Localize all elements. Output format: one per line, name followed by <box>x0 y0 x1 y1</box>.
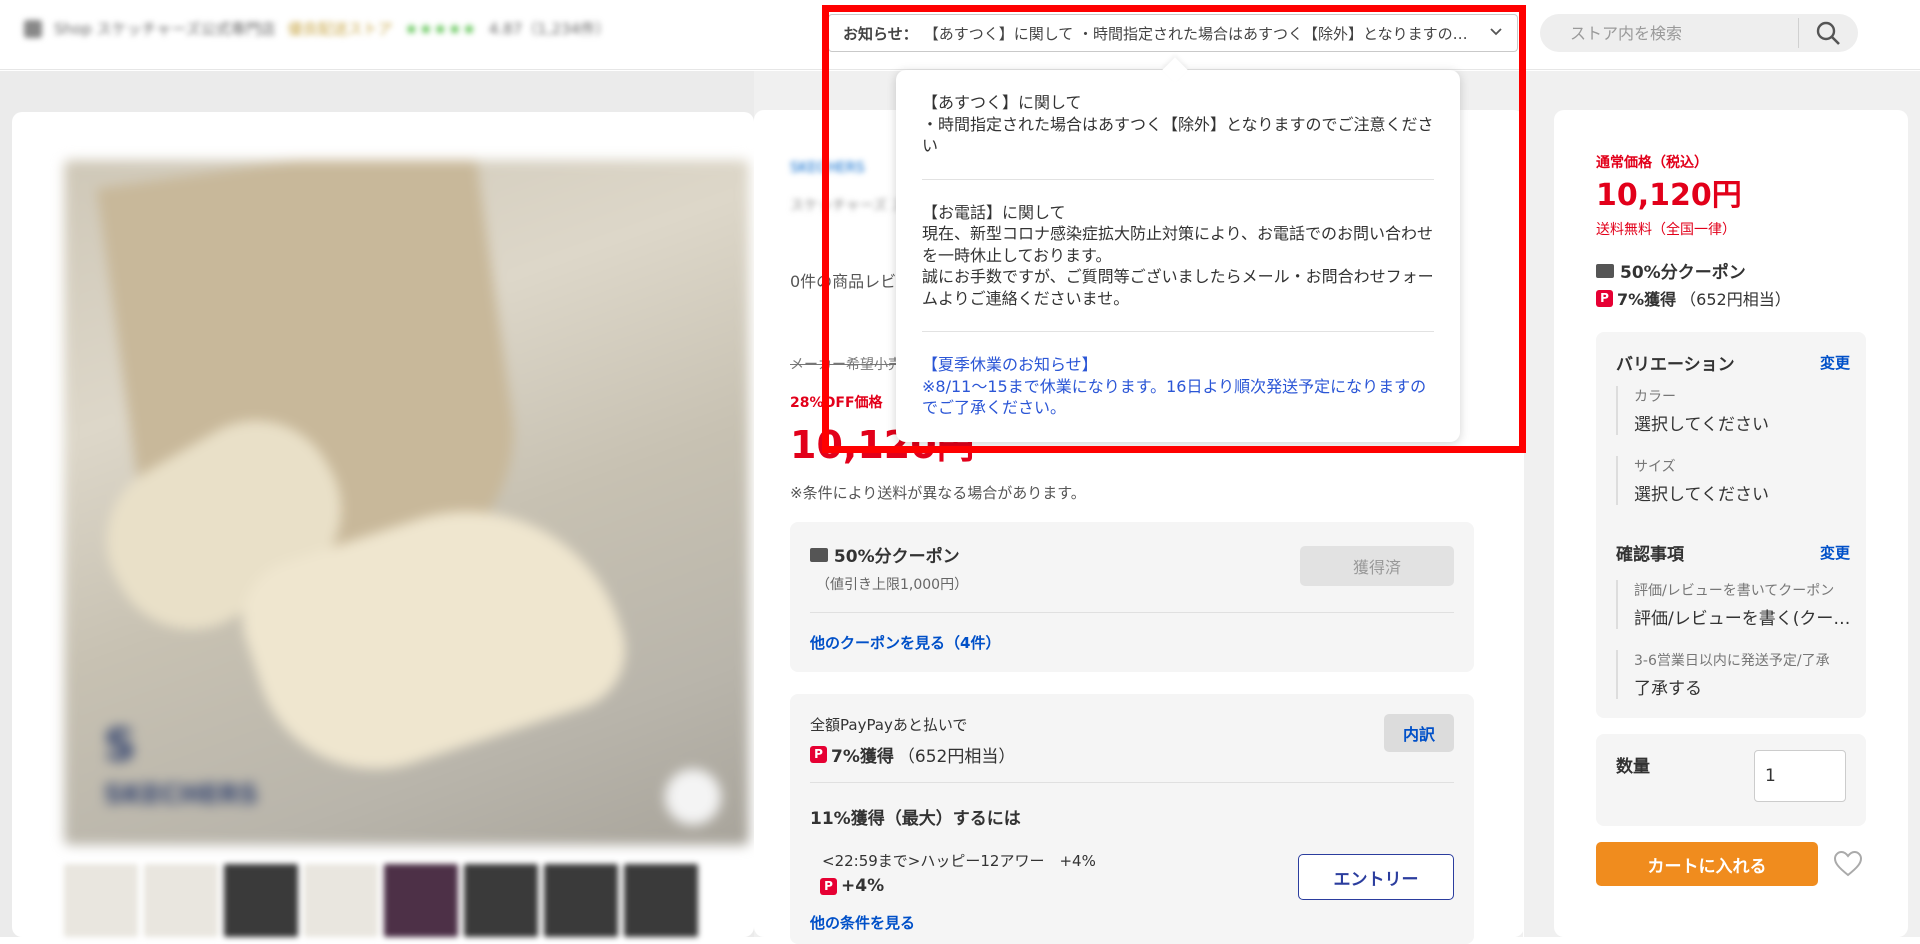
paypay-icon: P <box>810 746 827 763</box>
notice-item-phone: 【お電話】に関して 現在、新型コロナ感染症拡大防止対策により、お電話でのお問い合… <box>922 202 1434 308</box>
coupon-icon <box>810 548 828 562</box>
thumbnail[interactable] <box>64 864 138 937</box>
notice-dropdown: 【あすつく】に関して ・時間指定された場合はあすつく【除外】となりますのでご注意… <box>896 57 1460 442</box>
variation-box: バリエーション 変更 カラー 選択してください サイズ 選択してください 確認事… <box>1596 332 1866 718</box>
regular-price-label: 通常価格（税込） <box>1596 155 1708 171</box>
coupon-icon <box>1596 263 1614 278</box>
thumbnail[interactable] <box>544 864 618 937</box>
quantity-label: 数量 <box>1616 757 1650 777</box>
paypay-icon: P <box>820 877 837 895</box>
breakdown-button[interactable]: 内訳 <box>1384 714 1454 752</box>
review-coupon-option[interactable]: 評価/レビューを書いてクーポン 評価/レビューを書く(クーポン) <box>1616 580 1852 629</box>
quantity-input[interactable] <box>1754 750 1846 802</box>
image-brand-logo: S <box>104 720 136 771</box>
heart-icon[interactable] <box>1832 848 1864 880</box>
thumbnail[interactable] <box>464 864 538 937</box>
store-name[interactable]: Shop スケッチャーズ公式専門店 <box>54 18 276 39</box>
quantity-box: 数量 <box>1596 734 1866 826</box>
color-label: カラー <box>1634 389 1676 405</box>
divider <box>922 331 1434 332</box>
notice-preview: 【あすつく】に関して ・時間指定された場合はあすつく【除外】となりますのでご注意… <box>923 24 1479 43</box>
sidebar-earn: P 7%獲得 （652円相当） <box>1596 286 1791 310</box>
shipping-note: ※条件により送料が異なる場合があります。 <box>790 484 1086 502</box>
confirm-title: 確認事項 <box>1616 545 1684 565</box>
ship-option-label: 3-6営業日以内に発送予定/了承 <box>1634 653 1830 669</box>
ship-option-value: 了承する <box>1634 679 1702 699</box>
divider <box>810 612 1454 613</box>
store-search <box>1540 14 1858 52</box>
notice-item-asutsuku: 【あすつく】に関して ・時間指定された場合はあすつく【除外】となりますのでご注意… <box>922 93 1434 155</box>
variation-change-link[interactable]: 変更 <box>1820 352 1850 373</box>
more-conditions-link[interactable]: 他の条件を見る <box>810 912 915 933</box>
coupon-acquired-button[interactable]: 獲得済 <box>1300 546 1454 586</box>
store-info: Shop スケッチャーズ公式専門店 優良配送ストア ★★★★★ 4.87（1,2… <box>24 18 610 39</box>
size-value: 選択してください <box>1634 485 1769 505</box>
store-stars: ★★★★★ <box>404 19 477 38</box>
store-logo-icon <box>24 19 42 38</box>
notice-item-summer-holiday[interactable]: 【夏季休業のお知らせ】 ※8/11～15まで休業になります。16日より順次発送予… <box>922 354 1434 419</box>
review-option-label: 評価/レビューを書いてクーポン <box>1634 583 1835 599</box>
more-coupons-link[interactable]: 他のクーポンを見る（4件） <box>810 632 1000 653</box>
thumbnail[interactable] <box>144 864 218 937</box>
discount-label: 28%OFF価格 <box>790 395 883 411</box>
color-option[interactable]: カラー 選択してください <box>1616 386 1852 435</box>
thumbnail[interactable] <box>624 864 698 937</box>
size-label: サイズ <box>1634 459 1676 475</box>
paypay-label: 全額PayPayあと払いで <box>810 716 968 734</box>
coupon-title: 50%分クーポン <box>810 542 960 567</box>
free-shipping-label: 送料無料（全国一律） <box>1596 222 1736 238</box>
thumbnail[interactable] <box>384 864 458 937</box>
coupon-limit: （値引き上限1,000円） <box>816 577 969 593</box>
notice-bar[interactable]: お知らせ： 【あすつく】に関して ・時間指定された場合はあすつく【除外】となりま… <box>828 14 1518 52</box>
image-favorite-icon[interactable] <box>665 769 721 825</box>
color-value: 選択してください <box>1634 415 1769 435</box>
variation-title: バリエーション <box>1616 355 1735 375</box>
thumbnail[interactable] <box>224 864 298 937</box>
sidebar-coupon: 50%分クーポン <box>1596 258 1746 283</box>
regular-price: 10,120円 <box>1596 178 1742 213</box>
divider <box>922 178 1434 180</box>
divider <box>810 782 1454 783</box>
notice-label: お知らせ： <box>843 24 918 43</box>
site-header: Shop スケッチャーズ公式専門店 優良配送ストア ★★★★★ 4.87（1,2… <box>0 0 1920 70</box>
size-option[interactable]: サイズ 選択してください <box>1616 456 1852 505</box>
paypay-box: 全額PayPayあと払いで P 7%獲得 （652円相当） 内訳 11%獲得（最大… <box>790 694 1474 944</box>
image-brand-text: SKECHERS <box>104 780 258 810</box>
product-main-image[interactable]: S SKECHERS <box>64 160 749 845</box>
thumbnail-strip <box>64 864 698 937</box>
search-input[interactable] <box>1540 23 1798 43</box>
search-icon[interactable] <box>1799 14 1857 52</box>
shipping-confirm-option[interactable]: 3-6営業日以内に発送予定/了承 了承する <box>1616 650 1852 699</box>
add-to-cart-button[interactable]: カートに入れる <box>1596 842 1818 886</box>
store-rating[interactable]: 4.87（1,234件） <box>489 18 610 39</box>
review-option-value: 評価/レビューを書く(クーポン) <box>1634 609 1852 629</box>
max-earn-label: 11%獲得（最大）するには <box>810 809 1021 829</box>
coupon-box: 50%分クーポン （値引き上限1,000円） 獲得済 他のクーポンを見る（4件） <box>790 522 1474 672</box>
store-tag: 優良配送ストア <box>287 20 393 38</box>
entry-button[interactable]: エントリー <box>1298 854 1454 900</box>
happy-hour-bonus: P +4% <box>820 876 884 896</box>
paypay-icon: P <box>1596 289 1613 307</box>
thumbnail[interactable] <box>304 864 378 937</box>
chevron-down-icon[interactable] <box>1489 25 1503 41</box>
happy-hour-text: <22:59まで>ハッピー12アワー +4% <box>822 852 1096 870</box>
confirm-change-link[interactable]: 変更 <box>1820 542 1850 563</box>
product-brand-link[interactable]: SKECHERS <box>790 160 880 176</box>
paypay-earn: P 7%獲得 （652円相当） <box>810 742 1015 767</box>
